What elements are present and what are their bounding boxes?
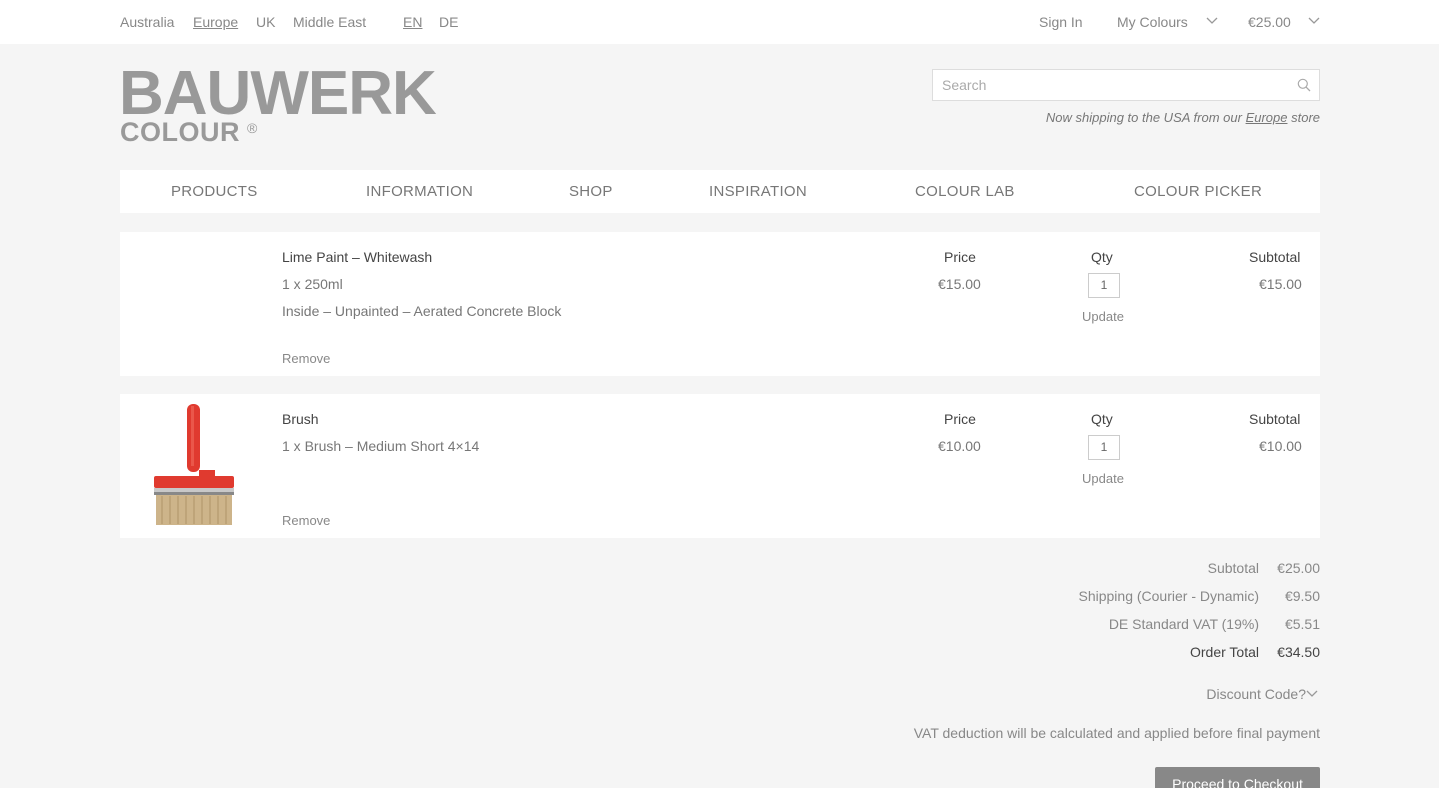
language-de-link[interactable]: DE <box>439 14 458 30</box>
shipping-value: €9.50 <box>1284 588 1320 604</box>
region-australia-link[interactable]: Australia <box>120 14 174 30</box>
brush-product-image[interactable] <box>152 402 236 530</box>
proceed-to-checkout-button[interactable]: Proceed to Checkout <box>1155 767 1320 788</box>
item-detail: 1 x 250ml <box>282 276 343 292</box>
chevron-down-icon[interactable] <box>1307 16 1321 26</box>
price-header: Price <box>944 249 976 265</box>
sign-in-link[interactable]: Sign In <box>1039 14 1083 30</box>
search-box <box>932 69 1320 101</box>
region-uk-link[interactable]: UK <box>256 14 275 30</box>
item-name[interactable]: Brush <box>282 411 319 427</box>
cart-total-dropdown[interactable]: €25.00 <box>1248 14 1291 30</box>
order-total-label: Order Total <box>1190 644 1259 660</box>
logo-subtitle: COLOUR <box>120 117 240 147</box>
search-icon[interactable] <box>1297 78 1311 92</box>
update-link[interactable]: Update <box>1082 471 1124 486</box>
nav-colour-picker[interactable]: COLOUR PICKER <box>1134 183 1262 200</box>
remove-link[interactable]: Remove <box>282 513 330 528</box>
my-colours-dropdown[interactable]: My Colours <box>1117 14 1188 30</box>
registered-mark: ® <box>247 120 258 136</box>
chevron-down-icon[interactable] <box>1205 16 1219 26</box>
update-link[interactable]: Update <box>1082 309 1124 324</box>
brand-logo[interactable]: BAUWERK COLOUR ® <box>119 59 444 147</box>
shipping-note-text: Now shipping to the USA from our <box>1045 110 1246 125</box>
order-total-value: €34.50 <box>1277 644 1320 660</box>
qty-header: Qty <box>1091 411 1113 427</box>
logo-wordmark: BAUWERK <box>119 59 437 128</box>
nav-colour-lab[interactable]: COLOUR LAB <box>915 183 1015 200</box>
region-europe-link[interactable]: Europe <box>193 14 238 30</box>
price-header: Price <box>944 411 976 427</box>
item-detail: 1 x Brush – Medium Short 4×14 <box>282 438 480 454</box>
item-detail: Inside – Unpainted – Aerated Concrete Bl… <box>282 303 562 319</box>
remove-link[interactable]: Remove <box>282 351 330 366</box>
item-price: €10.00 <box>938 438 981 454</box>
subtotal-header: Subtotal <box>1249 249 1301 265</box>
discount-code-toggle[interactable]: Discount Code? <box>1206 686 1306 702</box>
cart-item: Brush 1 x Brush – Medium Short 4×14 Remo… <box>120 394 1320 538</box>
qty-header: Qty <box>1091 249 1113 265</box>
vat-note: VAT deduction will be calculated and app… <box>913 725 1320 741</box>
cart-item: Lime Paint – Whitewash 1 x 250ml Inside … <box>120 232 1320 376</box>
nav-information[interactable]: INFORMATION <box>366 183 473 200</box>
qty-input[interactable]: 1 <box>1088 273 1120 298</box>
nav-shop[interactable]: SHOP <box>569 183 613 200</box>
shipping-note: Now shipping to the USA from our Europe … <box>1046 110 1320 125</box>
vat-value: €5.51 <box>1284 616 1320 632</box>
item-subtotal: €10.00 <box>1259 438 1302 454</box>
shipping-note-suffix: store <box>1287 110 1320 125</box>
europe-store-link[interactable]: Europe <box>1246 110 1288 125</box>
language-en-link[interactable]: EN <box>403 14 422 30</box>
search-input[interactable] <box>942 76 1282 94</box>
item-name[interactable]: Lime Paint – Whitewash <box>282 249 432 265</box>
subtotal-label: Subtotal <box>1207 560 1259 576</box>
nav-inspiration[interactable]: INSPIRATION <box>709 183 807 200</box>
qty-input[interactable]: 1 <box>1088 435 1120 460</box>
top-bar: Australia Europe UK Middle East EN DE Si… <box>0 0 1439 44</box>
item-price: €15.00 <box>938 276 981 292</box>
subtotal-header: Subtotal <box>1249 411 1301 427</box>
vat-label: DE Standard VAT (19%) <box>1108 616 1259 632</box>
chevron-down-icon[interactable] <box>1305 689 1319 699</box>
subtotal-value: €25.00 <box>1277 560 1320 576</box>
shipping-label: Shipping (Courier - Dynamic) <box>1078 588 1259 604</box>
region-middle-east-link[interactable]: Middle East <box>293 14 366 30</box>
nav-products[interactable]: PRODUCTS <box>171 183 258 200</box>
item-subtotal: €15.00 <box>1259 276 1302 292</box>
main-nav: PRODUCTS INFORMATION SHOP INSPIRATION CO… <box>120 170 1320 213</box>
